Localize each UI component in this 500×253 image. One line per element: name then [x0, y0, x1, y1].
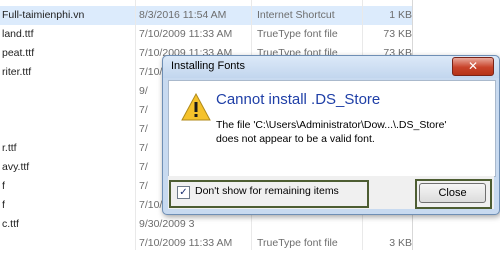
file-type: TrueType font file [257, 237, 338, 249]
file-name: f [2, 180, 5, 192]
file-name: r.ttf [2, 142, 17, 154]
file-name: peat.ttf [2, 47, 35, 59]
checkbox-label[interactable]: Don't show for remaining items [195, 185, 339, 197]
installing-fonts-dialog: Installing Fonts ✕ Cannot install .DS_St… [162, 55, 500, 215]
file-name: Full-taimienphi.vn [2, 9, 85, 21]
file-type: Internet Shortcut [257, 9, 335, 21]
file-size: 3 KB [389, 237, 412, 249]
dialog-body: Cannot install .DS_Store The file 'C:\Us… [168, 80, 496, 177]
file-name: f [2, 199, 5, 211]
file-size: 1 KB [389, 9, 412, 21]
dont-show-checkbox[interactable]: ✓ [177, 186, 190, 199]
file-type: TrueType font file [257, 28, 338, 40]
close-button[interactable]: Close [419, 183, 486, 203]
file-row[interactable]: land.ttf 7/10/2009 11:33 AM TrueType font … [0, 25, 412, 44]
file-date: 7/10/2009 11:33 AM [139, 237, 233, 249]
file-name: avy.ttf [2, 161, 30, 173]
file-row[interactable]: Full-taimienphi.vn 8/3/2016 11:54 AM Inter… [0, 6, 412, 25]
dialog-footer: ✓ Don't show for remaining items Close [168, 176, 494, 209]
content-line-2: does not appear to be a valid font. [216, 132, 375, 145]
file-row[interactable]: c.ttf 9/30/2009 3 [0, 215, 412, 234]
dialog-content: The file 'C:\Users\Administrator\Dow...\… [216, 119, 486, 146]
content-line-1: The file 'C:\Users\Administrator\Dow...\… [216, 119, 447, 131]
file-name: land.ttf [2, 28, 34, 40]
file-date: 9/30/2009 3 [139, 218, 195, 230]
close-icon[interactable]: ✕ [452, 57, 494, 76]
dialog-titlebar[interactable]: Installing Fonts ✕ [163, 56, 499, 78]
main-instruction: Cannot install .DS_Store [216, 91, 381, 108]
column-separator [135, 0, 136, 250]
warning-icon [181, 93, 211, 121]
dialog-title: Installing Fonts [171, 60, 245, 72]
file-size: 73 KB [383, 28, 412, 40]
file-date: 8/3/2016 11:54 AM [139, 9, 227, 21]
file-name: c.ttf [2, 218, 19, 230]
file-name: riter.ttf [2, 66, 32, 78]
file-date: 7/10/2009 11:33 AM [139, 28, 233, 40]
file-row[interactable]: 7/10/2009 11:33 AM TrueType font file 3 KB [0, 234, 412, 253]
